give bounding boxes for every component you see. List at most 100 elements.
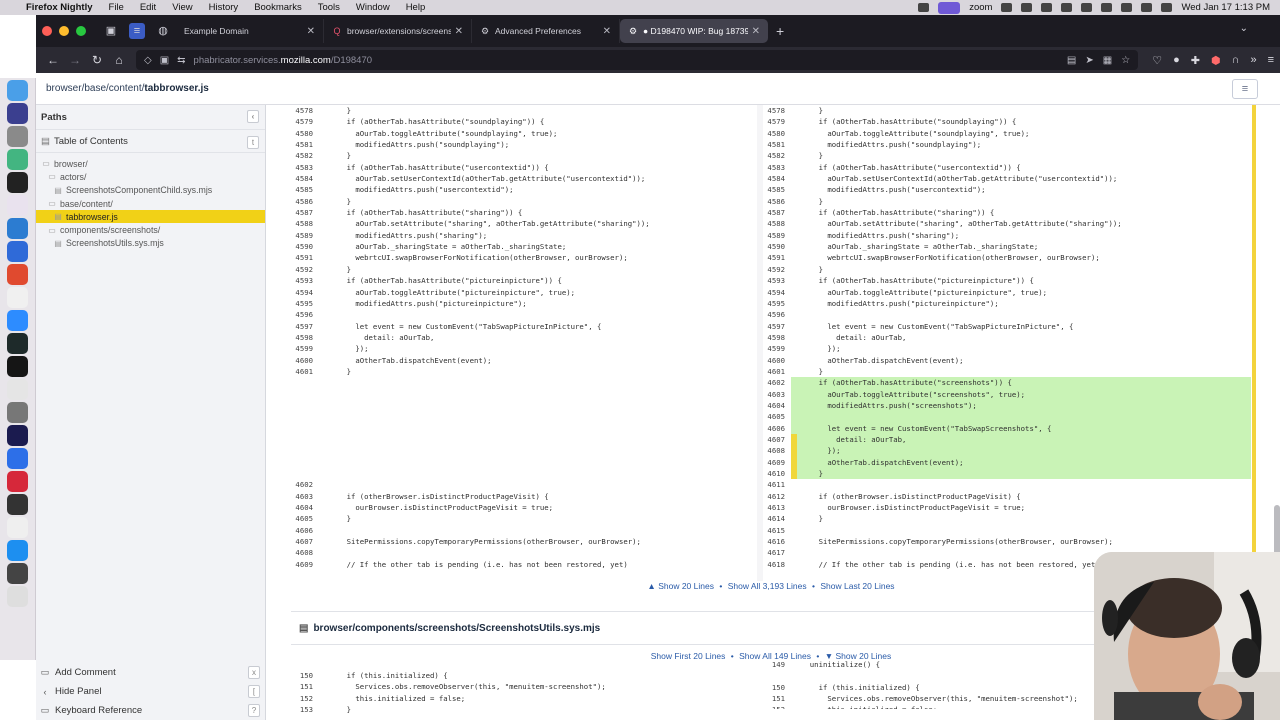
app-icon[interactable] (7, 149, 28, 170)
calculator-icon[interactable] (7, 402, 28, 423)
line-number[interactable]: 4598 (291, 332, 319, 343)
wifi-icon[interactable] (1121, 3, 1133, 12)
collapse-paths-button[interactable]: ‹ (247, 110, 259, 123)
line-number[interactable]: 4600 (763, 355, 791, 366)
tab-searchfox[interactable]: Q browser/extensions/screenshot ✕ (324, 19, 472, 43)
shield-icon[interactable]: ◇ (144, 55, 152, 66)
line-number[interactable] (291, 423, 319, 434)
line-number[interactable] (291, 377, 319, 388)
line-number[interactable]: 4588 (291, 218, 319, 229)
line-number[interactable]: 4591 (763, 252, 791, 263)
reload-button[interactable]: ↻ (86, 53, 108, 67)
tab-phabricator[interactable]: ⚙ ● D198470 WIP: Bug 1873947 - ✕ (620, 19, 768, 43)
show-20-lines-link[interactable]: ▲ Show 20 Lines (647, 581, 714, 591)
menu-edit[interactable]: Edit (140, 2, 156, 13)
line-number[interactable]: 4600 (291, 355, 319, 366)
line-number[interactable]: 4591 (291, 252, 319, 263)
zoom-icon[interactable] (7, 310, 28, 331)
line-number[interactable]: 4599 (763, 343, 791, 354)
line-number[interactable]: 4579 (291, 116, 319, 127)
tree-file[interactable]: ▤ tabbrowser.js (36, 210, 265, 224)
line-number[interactable]: 4584 (763, 173, 791, 184)
app-icon[interactable] (7, 471, 28, 492)
line-number[interactable]: 4581 (763, 139, 791, 150)
app-icon[interactable] (7, 356, 28, 377)
app-icon[interactable] (7, 448, 28, 469)
tree-file[interactable]: ▤ ScreenshotsUtils.sys.mjs (36, 237, 265, 250)
finder-icon[interactable] (7, 80, 28, 101)
firefox-icon[interactable] (7, 425, 28, 446)
reader-view-icon[interactable]: ▤ (1067, 55, 1076, 66)
zoom-recording-icon[interactable] (938, 1, 961, 14)
line-number[interactable]: 4594 (763, 287, 791, 298)
vscode-icon[interactable] (7, 218, 28, 239)
globe-icon[interactable]: ◍ (155, 23, 171, 39)
line-number[interactable]: 153 (291, 704, 319, 715)
line-number[interactable]: 4580 (291, 128, 319, 139)
tree-folder[interactable]: ▭ components/screenshots/ (36, 223, 265, 236)
url-bar[interactable]: ◇ ▣ ⇆ phabricator.services. mozilla.com … (136, 50, 1139, 70)
status-icon[interactable] (918, 3, 930, 12)
line-number[interactable]: 4618 (763, 559, 791, 570)
zoom-label[interactable]: zoom (969, 2, 992, 13)
line-number[interactable]: 4607 (291, 536, 319, 547)
line-number[interactable]: 4582 (763, 150, 791, 161)
line-number[interactable]: 4595 (291, 298, 319, 309)
status-icon[interactable] (1001, 3, 1013, 12)
app-icon[interactable] (7, 287, 28, 308)
menu-help[interactable]: Help (406, 2, 426, 13)
app-icon[interactable] (7, 494, 28, 515)
send-icon[interactable]: ➤ (1085, 55, 1093, 66)
show-all-lines-link[interactable]: Show All 3,193 Lines (728, 581, 807, 591)
line-number[interactable]: 4586 (291, 196, 319, 207)
permissions-icon[interactable]: ⇆ (177, 55, 185, 66)
close-tab-icon[interactable]: ✕ (307, 26, 315, 37)
line-number[interactable] (291, 389, 319, 400)
line-number[interactable]: 4605 (291, 513, 319, 524)
tree-folder[interactable]: ▭ browser/ (36, 157, 265, 170)
trash-icon[interactable] (7, 586, 28, 607)
slack-icon[interactable] (7, 195, 28, 216)
line-number[interactable]: 4581 (291, 139, 319, 150)
settings-icon[interactable] (7, 126, 28, 147)
line-number[interactable]: 4582 (291, 150, 319, 161)
status-icon[interactable] (1021, 3, 1033, 12)
line-number[interactable]: 4589 (763, 230, 791, 241)
battery-icon[interactable] (1101, 3, 1113, 12)
line-number[interactable]: 149 (763, 659, 791, 670)
line-number[interactable]: 4597 (763, 321, 791, 332)
line-number[interactable]: 4587 (291, 207, 319, 218)
breadcrumb-path[interactable]: browser/base/content/ (46, 83, 144, 94)
line-number[interactable]: 4615 (763, 525, 791, 536)
search-icon[interactable] (1141, 3, 1153, 12)
preview-icon[interactable] (7, 517, 28, 538)
line-number[interactable]: 4605 (763, 411, 791, 423)
line-number[interactable]: 4611 (763, 479, 791, 490)
menu-icon[interactable]: ≡ (1268, 54, 1274, 67)
view-tabs-icon[interactable]: ▣ (103, 23, 119, 39)
minimize-window-button[interactable] (59, 26, 69, 36)
line-number[interactable]: 4583 (291, 162, 319, 173)
tree-file[interactable]: ▤ ScreenshotsComponentChild.sys.mjs (36, 184, 265, 197)
line-number[interactable]: 4578 (763, 105, 791, 116)
line-number[interactable]: 4597 (291, 321, 319, 332)
menu-bookmarks[interactable]: Bookmarks (254, 2, 302, 13)
line-number[interactable]: 4598 (763, 332, 791, 343)
line-number[interactable] (291, 400, 319, 411)
toc-shortcut-button[interactable]: t (247, 136, 259, 149)
tree-folder[interactable]: ▭ base/content/ (36, 197, 265, 210)
forward-button[interactable]: → (64, 53, 86, 67)
line-number[interactable]: 4606 (291, 525, 319, 536)
maximize-window-button[interactable] (76, 26, 86, 36)
more-tools-icon[interactable]: » (1250, 54, 1256, 67)
line-number[interactable]: 4601 (763, 366, 791, 377)
line-number[interactable]: 4594 (291, 287, 319, 298)
close-tab-icon[interactable]: ✕ (455, 26, 463, 37)
line-number[interactable]: 4592 (763, 264, 791, 275)
line-number[interactable]: 152 (763, 704, 791, 709)
line-number[interactable]: 150 (763, 682, 791, 693)
close-window-button[interactable] (42, 26, 52, 36)
tab-advanced-preferences[interactable]: ⚙ Advanced Preferences ✕ (472, 19, 620, 43)
status-icon[interactable] (1061, 3, 1073, 12)
line-number[interactable]: 4592 (291, 264, 319, 275)
